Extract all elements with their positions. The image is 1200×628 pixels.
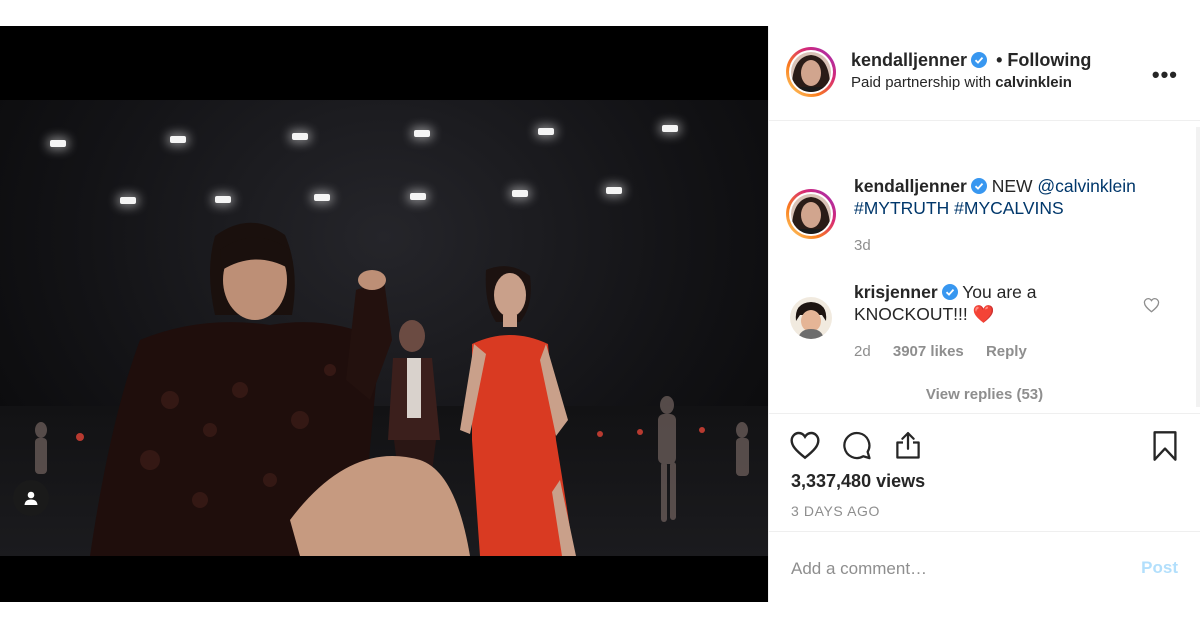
post-media[interactable] xyxy=(0,26,768,602)
paid-partnership-label: Paid partnership with xyxy=(851,74,996,91)
comment-input[interactable] xyxy=(789,554,1113,584)
comment-username[interactable]: krisjenner xyxy=(854,282,938,302)
comment-composer: Post xyxy=(769,531,1200,603)
verified-badge-icon xyxy=(971,52,988,68)
post-sidebar: kendalljenner • Following Paid partnersh… xyxy=(768,26,1200,602)
video-player[interactable] xyxy=(0,100,768,556)
comment-like-heart-icon[interactable] xyxy=(1143,297,1160,313)
reply-button[interactable]: Reply xyxy=(986,343,1027,360)
comment-likes[interactable]: 3907 likes xyxy=(893,343,964,360)
comment-time[interactable]: 2d xyxy=(854,343,871,360)
header-title: kendalljenner • Following xyxy=(851,50,1091,71)
bookmark-icon[interactable] xyxy=(1152,430,1178,462)
author-avatar[interactable] xyxy=(786,47,836,97)
verified-badge-icon xyxy=(941,284,958,300)
share-icon[interactable] xyxy=(893,430,923,460)
heart-emoji: ❤️ xyxy=(972,304,995,324)
caption-body: NEW xyxy=(991,176,1038,196)
caption-username[interactable]: kendalljenner xyxy=(854,176,967,196)
more-options-icon[interactable]: ••• xyxy=(1152,62,1178,88)
post-comment-button[interactable]: Post xyxy=(1141,558,1178,578)
caption-text: kendalljenner NEW @calvinklein #MYTRUTH … xyxy=(854,175,1174,219)
mention-link[interactable]: @calvinklein xyxy=(1037,176,1136,196)
user-tag-button[interactable] xyxy=(13,480,49,516)
comment-meta: 2d 3907 likes Reply xyxy=(854,343,1045,360)
caption-meta: 3d xyxy=(854,237,889,254)
paid-partnership: Paid partnership with calvinklein xyxy=(851,74,1072,91)
heart-icon[interactable] xyxy=(789,430,821,460)
scrollbar[interactable] xyxy=(1196,127,1200,407)
view-count[interactable]: 3,337,480 views xyxy=(791,471,925,492)
caption-time[interactable]: 3d xyxy=(854,237,871,254)
verified-badge-icon xyxy=(970,178,987,194)
comment-text: krisjenner You are a KNOCKOUT!!! ❤️ xyxy=(854,281,1124,325)
post-header: kendalljenner • Following Paid partnersh… xyxy=(769,26,1200,121)
user-tag-icon xyxy=(24,491,38,505)
view-replies-button[interactable]: View replies (53) xyxy=(769,386,1200,403)
post-actions: 3,337,480 views 3 DAYS AGO xyxy=(769,413,1200,532)
partner-link[interactable]: calvinklein xyxy=(995,74,1072,91)
scene-figures xyxy=(35,222,749,556)
caption-author-avatar[interactable] xyxy=(786,189,836,239)
follow-status[interactable]: • Following xyxy=(996,50,1091,70)
post-timestamp[interactable]: 3 DAYS AGO xyxy=(791,503,880,519)
instagram-post: kendalljenner • Following Paid partnersh… xyxy=(0,26,1200,602)
comments-section: kendalljenner NEW @calvinklein #MYTRUTH … xyxy=(769,121,1200,413)
comment-bubble-icon[interactable] xyxy=(842,430,872,460)
comment-avatar[interactable] xyxy=(790,297,832,339)
hashtag-links[interactable]: #MYTRUTH #MYCALVINS xyxy=(854,198,1064,218)
author-username[interactable]: kendalljenner xyxy=(851,50,967,70)
